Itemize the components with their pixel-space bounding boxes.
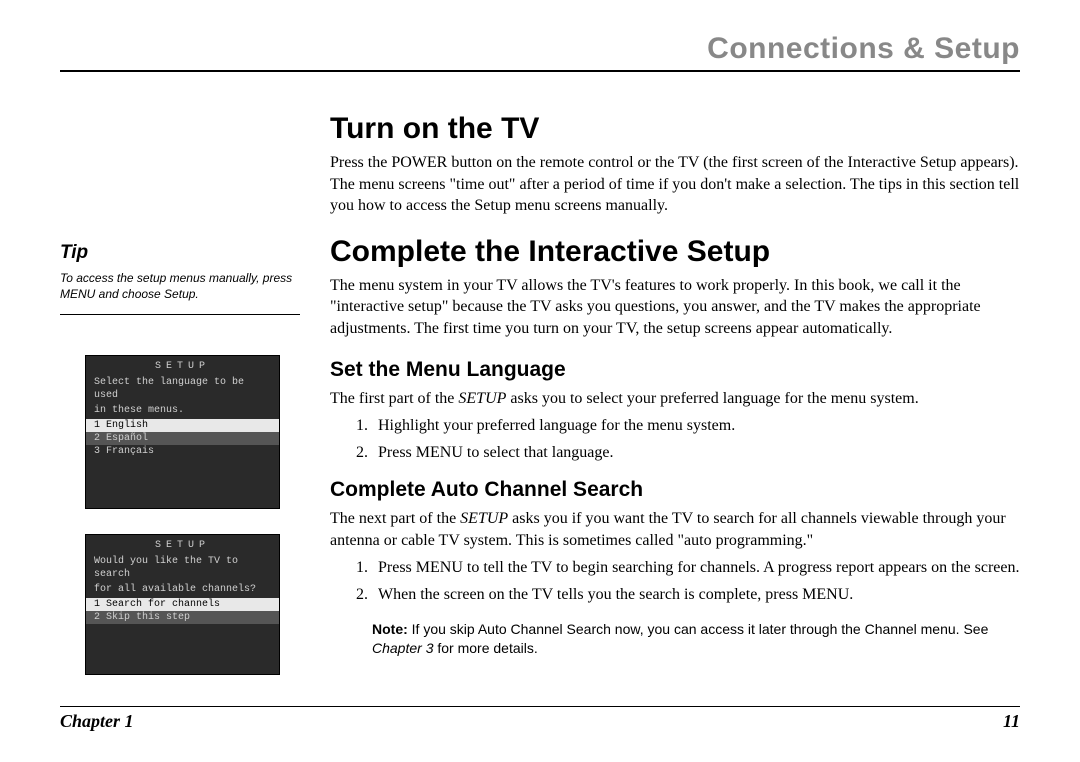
body-turn-on-tv: Press the POWER button on the remote con… [330,152,1020,217]
list-auto-channel-search: Press MENU to tell the TV to begin searc… [330,557,1020,606]
note-pre: If you skip Auto Channel Search now, you… [408,621,989,637]
header-title: Connections & Setup [60,32,1020,72]
tv-option-english: 1 English [86,419,279,432]
heading-interactive-setup: Complete the Interactive Setup [330,235,1020,269]
heading-menu-language: Set the Menu Language [330,358,1020,382]
list-item: When the screen on the TV tells you the … [372,584,1020,606]
tv-option-espanol: 2 Español [86,432,279,445]
tv-spacer [86,624,279,674]
main-content: Turn on the TV Press the POWER button on… [330,112,1020,700]
tv-title: SETUP [86,356,279,376]
text-em: SETUP [460,510,508,527]
note-post: for more details. [433,640,537,656]
text-post: asks you to select your preferred langua… [506,390,918,407]
footer-page: 11 [1003,711,1020,732]
content-row: Tip To access the setup menus manually, … [60,112,1020,700]
tv-screenshot-channel-search: SETUP Would you like the TV to search fo… [85,534,280,675]
text-pre: The first part of the [330,390,458,407]
tv-prompt-line1: Would you like the TV to search [86,555,279,583]
note-label: Note: [372,621,408,637]
list-item: Highlight your preferred language for th… [372,415,1020,437]
note-em: Chapter 3 [372,640,433,656]
sidebar: Tip To access the setup menus manually, … [60,112,300,700]
heading-auto-channel-search: Complete Auto Channel Search [330,478,1020,502]
tv-option-search: 1 Search for channels [86,598,279,611]
body-interactive-setup: The menu system in your TV allows the TV… [330,275,1020,340]
tv-prompt-line1: Select the language to be used [86,376,279,404]
tv-screenshot-language: SETUP Select the language to be used in … [85,355,280,509]
tv-option-skip: 2 Skip this step [86,611,279,624]
tv-prompt-line2: in these menus. [86,404,279,419]
body-auto-channel-search: The next part of the SETUP asks you if y… [330,508,1020,551]
tip-heading: Tip [60,242,300,264]
note-block: Note: If you skip Auto Channel Search no… [330,620,1020,658]
tip-body: To access the setup menus manually, pres… [60,270,300,315]
tv-spacer [86,458,279,508]
text-em: SETUP [458,390,506,407]
footer: Chapter 1 11 [60,706,1020,732]
tv-prompt-line2: for all available channels? [86,583,279,598]
tv-option-francais: 3 Français [86,445,279,458]
text-pre: The next part of the [330,510,460,527]
footer-chapter: Chapter 1 [60,711,134,732]
heading-turn-on-tv: Turn on the TV [330,112,1020,146]
tv-title: SETUP [86,535,279,555]
list-item: Press MENU to select that language. [372,442,1020,464]
list-item: Press MENU to tell the TV to begin searc… [372,557,1020,579]
list-menu-language: Highlight your preferred language for th… [330,415,1020,464]
body-menu-language: The first part of the SETUP asks you to … [330,388,1020,410]
